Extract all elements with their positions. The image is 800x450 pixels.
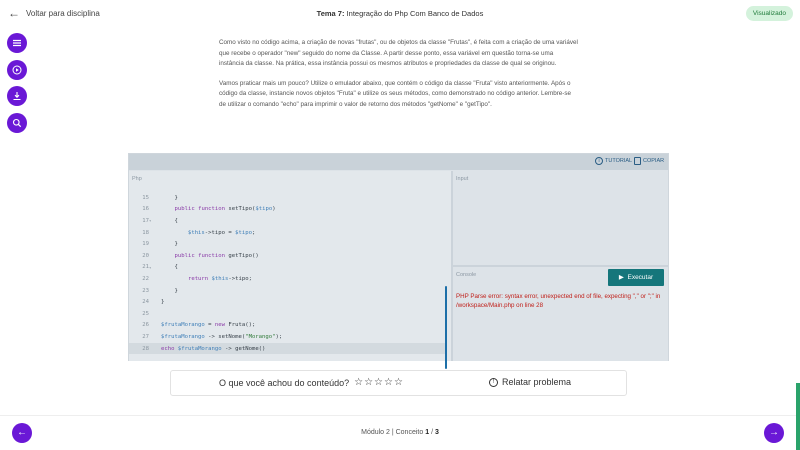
line-number: 26 bbox=[142, 322, 149, 329]
star-icon[interactable]: ☆ bbox=[354, 377, 363, 388]
tutorial-button[interactable]: i TUTORIAL bbox=[595, 157, 632, 165]
page-scrollbar[interactable] bbox=[796, 383, 800, 450]
code-text: $frutaMorango = new Fruta(); bbox=[161, 322, 256, 329]
line-number: 18 bbox=[142, 229, 149, 236]
code-line[interactable]: 28 echo $frutaMorango -> getNome() bbox=[129, 342, 445, 355]
report-problem-button[interactable]: ! Relatar problema bbox=[489, 377, 571, 387]
star-icon[interactable]: ☆ bbox=[394, 377, 403, 388]
top-bar: ← Voltar para disciplina Tema 7: Integra… bbox=[0, 0, 800, 28]
console-label: Console bbox=[456, 272, 477, 278]
alert-circle-icon: ! bbox=[489, 377, 498, 387]
code-line[interactable]: 19 } bbox=[129, 238, 445, 250]
input-label: Input bbox=[456, 176, 469, 182]
run-button[interactable]: ▶ Executar bbox=[608, 269, 664, 286]
download-button[interactable] bbox=[7, 86, 27, 106]
code-text: public function setTipo($tipo) bbox=[174, 206, 276, 213]
tutorial-label: TUTORIAL bbox=[605, 158, 633, 164]
line-number: 27 bbox=[142, 333, 149, 340]
code-line[interactable]: 17 ▾ { bbox=[129, 215, 445, 227]
input-pane[interactable]: Input bbox=[453, 171, 668, 265]
code-text: return $this->tipo; bbox=[187, 275, 252, 282]
language-label: Php bbox=[132, 176, 142, 182]
line-number: 16 bbox=[142, 206, 149, 213]
star-icon[interactable]: ☆ bbox=[384, 377, 393, 388]
line-number: 21 bbox=[142, 264, 149, 271]
page-title: Tema 7: Integração do Php Com Banco de D… bbox=[0, 9, 800, 18]
code-line[interactable]: 15 } bbox=[129, 192, 445, 204]
search-button[interactable] bbox=[7, 113, 27, 133]
code-scrollbar[interactable] bbox=[445, 286, 447, 369]
copy-label: COPIAR bbox=[643, 158, 665, 164]
code-line[interactable]: 26 $frutaMorango = new Fruta(); bbox=[129, 320, 445, 332]
code-line[interactable]: 21 ▾ { bbox=[129, 262, 445, 274]
console-pane: Console ▶ Executar PHP Parse error: synt… bbox=[453, 267, 668, 361]
module-progress: Módulo 2 | Conceito 1 / 3 bbox=[0, 429, 800, 436]
copy-icon bbox=[634, 157, 641, 165]
article-paragraph-1: Como visto no código acima, a criação de… bbox=[219, 39, 578, 68]
code-lines[interactable]: 15 } 16 public function setTipo($tipo) 17 ▾… bbox=[129, 192, 445, 355]
run-label: Executar bbox=[627, 274, 654, 281]
info-icon: i bbox=[595, 157, 603, 165]
search-icon bbox=[12, 118, 22, 128]
code-line[interactable]: 16 public function setTipo($tipo) bbox=[129, 204, 445, 216]
code-line[interactable]: 24} bbox=[129, 296, 445, 308]
menu-icon bbox=[13, 39, 21, 47]
module-text: Módulo 2 | Conceito bbox=[361, 429, 424, 436]
line-number: 19 bbox=[142, 241, 149, 248]
play-icon: ▶ bbox=[618, 274, 624, 281]
menu-button[interactable] bbox=[7, 33, 27, 53]
line-number: 23 bbox=[142, 287, 149, 294]
title-prefix: Tema 7: bbox=[316, 9, 345, 18]
star-icon[interactable]: ☆ bbox=[364, 377, 373, 388]
rating-group: O que você achou do conteúdo? ☆ ☆ ☆ ☆ ☆ bbox=[219, 377, 403, 388]
line-number: 22 bbox=[142, 275, 149, 282]
rating-question: O que você achou do conteúdo? bbox=[219, 377, 350, 388]
code-text: public function getTipo() bbox=[174, 252, 259, 259]
code-text: $this->tipo = $tipo; bbox=[187, 229, 256, 236]
current-concept: 1 bbox=[425, 429, 430, 436]
star-icon[interactable]: ☆ bbox=[374, 377, 383, 388]
article-content: Como visto no código acima, a criação de… bbox=[219, 38, 579, 120]
line-number: 15 bbox=[142, 194, 149, 201]
editor-toolbar: i TUTORIAL COPIAR bbox=[129, 154, 668, 170]
code-line[interactable]: 22 return $this->tipo; bbox=[129, 273, 445, 285]
footer-divider bbox=[0, 415, 800, 416]
code-text: } bbox=[161, 194, 178, 201]
code-text: } bbox=[161, 241, 178, 248]
copy-button[interactable]: COPIAR bbox=[634, 157, 664, 165]
line-number: 17 bbox=[142, 217, 149, 224]
total-concepts: 3 bbox=[434, 429, 439, 436]
code-text: } bbox=[161, 299, 165, 306]
code-text: $frutaMorango -> setNome("Morango"); bbox=[161, 333, 283, 340]
article-paragraph-2: Vamos praticar mais um pouco? Utilize o … bbox=[219, 79, 572, 108]
code-text: } bbox=[161, 287, 178, 294]
code-emulator: i TUTORIAL COPIAR Php 15 } 16 public func… bbox=[128, 153, 669, 369]
line-number: 28 bbox=[142, 345, 149, 352]
code-pane[interactable]: Php 15 } 16 public function setTipo($tipo… bbox=[129, 171, 451, 369]
title-text: Integração do Php Com Banco de Dados bbox=[346, 9, 484, 18]
code-text: { bbox=[161, 217, 178, 224]
line-number: 20 bbox=[142, 252, 149, 259]
next-button[interactable]: → bbox=[764, 423, 784, 443]
code-line[interactable]: 18 $this->tipo = $tipo; bbox=[129, 227, 445, 239]
line-number: 25 bbox=[142, 310, 149, 317]
star-rating[interactable]: ☆ ☆ ☆ ☆ ☆ bbox=[354, 377, 403, 388]
code-line[interactable]: 27 $frutaMorango -> setNome("Morango"); bbox=[129, 331, 445, 343]
download-icon bbox=[13, 92, 21, 101]
play-button[interactable] bbox=[7, 60, 27, 80]
code-text: { bbox=[161, 264, 178, 271]
play-circle-icon bbox=[12, 65, 22, 75]
code-line[interactable]: 20 public function getTipo() bbox=[129, 250, 445, 262]
console-error-output: PHP Parse error: syntax error, unexpecte… bbox=[456, 293, 661, 309]
concept-separator: / bbox=[431, 429, 434, 436]
report-problem-label: Relatar problema bbox=[502, 377, 572, 387]
feedback-bar: O que você achou do conteúdo? ☆ ☆ ☆ ☆ ☆ ! Re… bbox=[170, 370, 627, 396]
arrow-right-icon: → bbox=[769, 427, 779, 438]
status-badge: Visualizado bbox=[745, 6, 793, 21]
code-text: echo $frutaMorango -> getNome() bbox=[161, 345, 266, 352]
code-line[interactable]: 25 bbox=[129, 308, 445, 320]
code-line[interactable]: 23 } bbox=[129, 285, 445, 297]
line-number: 24 bbox=[142, 299, 149, 306]
